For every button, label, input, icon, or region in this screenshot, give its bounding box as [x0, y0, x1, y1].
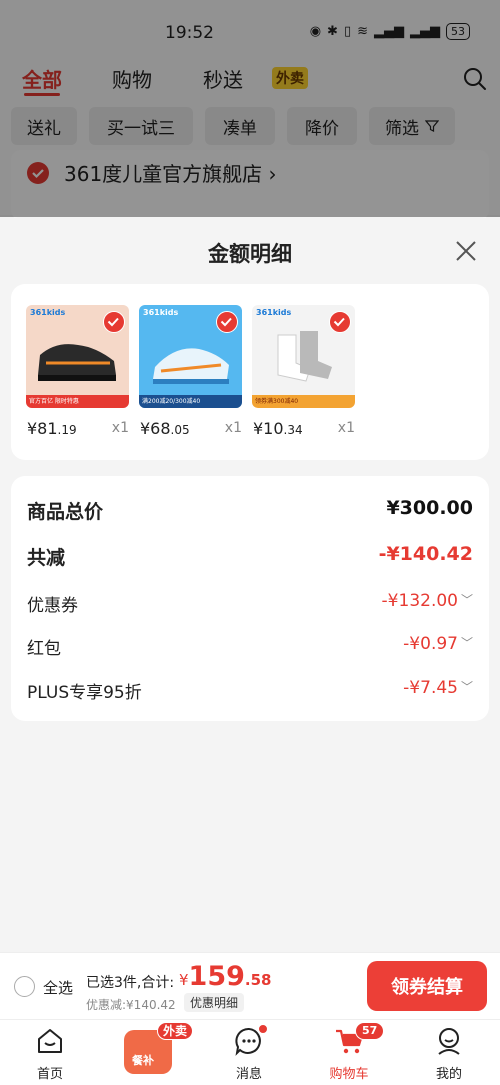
plus-value-wrap: -¥7.45 ﹀: [403, 678, 473, 698]
bottom-nav: 首页 消息 购物车 我的: [0, 1019, 500, 1085]
product-item[interactable]: 361kids 满200减20/300减40 ¥68.05 x1: [139, 305, 242, 438]
nav-me[interactable]: 我的: [419, 1026, 479, 1082]
summary-row-total: 商品总价 ¥300.00: [27, 497, 473, 527]
amount-detail-sheet: 金额明细 361kids 官方百亿 限时特惠 ¥81.19 x1 361kids…: [0, 217, 500, 952]
product-price-int: ¥10: [253, 419, 284, 438]
product-promo-bar: 官方百亿 限时特惠: [26, 395, 129, 408]
product-promo-bar: 满200减20/300减40: [139, 395, 242, 408]
select-all-radio[interactable]: [14, 976, 35, 997]
product-price-int: ¥81: [27, 419, 58, 438]
redpack-value: -¥0.97: [403, 634, 458, 654]
coupon-value: -¥132.00: [381, 591, 458, 611]
saved-amount: 优惠减:¥140.42: [86, 998, 176, 1012]
total-value: ¥300.00: [386, 497, 473, 519]
summary-row-discount: 共减 -¥140.42: [27, 543, 473, 573]
close-icon[interactable]: [454, 239, 478, 263]
total-dec: .58: [244, 971, 272, 989]
product-item[interactable]: 361kids 官方百亿 限时特惠 ¥81.19 x1: [26, 305, 129, 438]
product-price-dec: .34: [283, 423, 303, 437]
product-promo-bar: 领券满300减40: [252, 395, 355, 408]
summary-card: 商品总价 ¥300.00 共减 -¥140.42 优惠券 -¥132.00 ﹀ 红…: [11, 476, 489, 721]
product-list-card: 361kids 官方百亿 限时特惠 ¥81.19 x1 361kids 满200…: [11, 284, 489, 460]
redpack-label: 红包: [27, 639, 61, 659]
product-item[interactable]: 361kids 领券满300减40 ¥10.34 x1: [252, 305, 355, 438]
checkout-bar: 全选 已选3件,合计: ¥159.58 优惠减:¥140.42 优惠明细 领券结…: [0, 952, 500, 1019]
chevron-down-icon: ﹀: [460, 593, 473, 607]
summary-row-coupon[interactable]: 优惠券 -¥132.00 ﹀: [27, 591, 473, 621]
product-price-int: ¥68: [140, 419, 171, 438]
discount-detail-button[interactable]: 优惠明细: [184, 993, 245, 1012]
discount-label: 共减: [27, 547, 66, 569]
nav-home[interactable]: 首页: [20, 1026, 80, 1082]
profile-icon: [438, 1028, 460, 1055]
product-price-dec: .19: [57, 423, 77, 437]
nav-messages-label: 消息: [235, 1067, 262, 1082]
total-label: 商品总价: [27, 501, 104, 523]
message-dot: [258, 1024, 268, 1034]
product-price-dec: .05: [170, 423, 190, 437]
dim-overlay[interactable]: [0, 0, 500, 217]
nav-messages[interactable]: 消息: [219, 1026, 279, 1082]
product-image: 361kids 领券满300减40: [252, 305, 355, 408]
chevron-down-icon: ﹀: [460, 636, 473, 650]
total-currency: ¥: [179, 971, 189, 989]
product-qty: x1: [224, 420, 242, 436]
product-check-icon[interactable]: [103, 311, 125, 333]
home-icon: [38, 1029, 62, 1053]
coupon-label: 优惠券: [27, 596, 78, 616]
plus-label: PLUS专享95折: [27, 683, 142, 703]
product-image: 361kids 官方百亿 限时特惠: [26, 305, 129, 408]
product-price: ¥10.34: [253, 419, 303, 438]
nav-me-label: 我的: [435, 1067, 462, 1082]
select-all-label[interactable]: 全选: [43, 977, 73, 998]
cart-count-badge: 57: [355, 1022, 385, 1040]
total-amount: ¥159.58: [179, 961, 272, 992]
product-qty: x1: [111, 420, 129, 436]
summary-row-redpack[interactable]: 红包 -¥0.97 ﹀: [27, 634, 473, 664]
meal-subsidy-label: 餐补: [132, 1054, 154, 1067]
nav-home-label: 首页: [36, 1067, 63, 1082]
waimai-nav-badge: 外卖: [157, 1022, 194, 1040]
selected-info: 已选3件,合计:: [86, 975, 175, 991]
chevron-down-icon: ﹀: [460, 680, 473, 694]
checkout-button[interactable]: 领券结算: [367, 961, 487, 1011]
product-image: 361kids 满200减20/300减40: [139, 305, 242, 408]
sheet-title: 金额明细: [208, 242, 292, 266]
product-price: ¥68.05: [140, 419, 190, 438]
product-check-icon[interactable]: [216, 311, 238, 333]
redpack-value-wrap: -¥0.97 ﹀: [403, 634, 473, 654]
product-check-icon[interactable]: [329, 311, 351, 333]
product-qty: x1: [337, 420, 355, 436]
total-int: 159: [188, 961, 245, 992]
coupon-value-wrap: -¥132.00 ﹀: [382, 591, 473, 611]
summary-row-plus[interactable]: PLUS专享95折 -¥7.45 ﹀: [27, 678, 473, 708]
product-price: ¥81.19: [27, 419, 77, 438]
discount-value: -¥140.42: [378, 543, 473, 565]
plus-value: -¥7.45: [403, 678, 458, 698]
nav-cart-label: 购物车: [329, 1067, 369, 1082]
